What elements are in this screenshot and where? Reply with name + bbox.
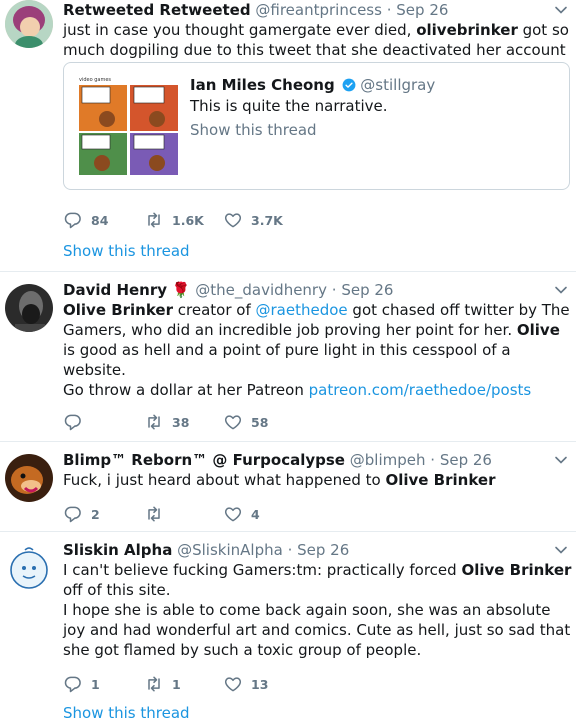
retweet-icon <box>144 412 164 432</box>
mention-link[interactable]: @raethedoe <box>256 301 348 319</box>
tweet-david-henry[interactable]: David Henry 🌹 @the_davidhenry · Sep 26 O… <box>0 272 576 442</box>
text-bold: olivebrinker <box>416 21 518 39</box>
like-button[interactable]: 58 <box>223 412 268 432</box>
like-icon <box>223 674 243 694</box>
quoted-tweet[interactable]: video games Ian Miles Cheong @stillgray … <box>63 62 570 190</box>
tweet-sliskin[interactable]: Sliskin Alpha @SliskinAlpha · Sep 26 I c… <box>0 532 576 724</box>
user-handle[interactable]: @the_davidhenry <box>195 281 327 299</box>
timestamp[interactable]: Sep 26 <box>440 451 492 469</box>
text-segment: Go throw a dollar at her Patreon <box>63 381 309 399</box>
verified-icon <box>342 78 355 92</box>
tweet-text: Fuck, i just heard about what happened t… <box>63 470 573 490</box>
quoted-text: This is quite the narrative. <box>190 97 388 115</box>
like-icon <box>223 412 243 432</box>
quoted-user-handle[interactable]: @stillgray <box>360 76 435 94</box>
separator-dot: · <box>386 1 392 19</box>
like-button[interactable]: 13 <box>223 674 268 694</box>
separator-dot: · <box>430 451 436 469</box>
timestamp[interactable]: Sep 26 <box>297 541 349 559</box>
reply-button[interactable]: 2 <box>63 504 100 524</box>
retweet-button[interactable]: 1 <box>144 674 181 694</box>
avatar[interactable] <box>5 544 53 592</box>
retweet-count: 38 <box>172 414 190 430</box>
like-count: 58 <box>251 414 269 430</box>
like-count: 3.7K <box>251 212 283 228</box>
text-bold: Olive <box>516 321 560 339</box>
like-button[interactable]: 3.7K <box>223 210 283 230</box>
retweet-button[interactable] <box>144 504 172 524</box>
user-handle[interactable]: @SliskinAlpha <box>177 541 283 559</box>
reply-icon <box>63 412 83 432</box>
retweet-icon <box>144 210 164 230</box>
user-name[interactable]: David Henry <box>63 281 167 299</box>
retweet-button[interactable]: 1.6K <box>144 210 204 230</box>
text-bold: Olive Brinker <box>461 561 572 579</box>
quoted-show-thread[interactable]: Show this thread <box>190 121 317 139</box>
reply-count: 1 <box>91 676 100 692</box>
reply-icon <box>63 504 83 524</box>
tweet-text-2: I hope she is able to come back again so… <box>63 601 571 659</box>
comic-thumbnail[interactable]: video games <box>77 75 180 177</box>
retweet-count: 1.6K <box>172 212 204 228</box>
timestamp[interactable]: Sep 26 <box>341 281 393 299</box>
avatar[interactable] <box>5 284 53 332</box>
chevron-down-icon[interactable] <box>554 283 568 297</box>
retweet-button[interactable]: 38 <box>144 412 189 432</box>
separator-dot: · <box>331 281 337 299</box>
timestamp[interactable]: Sep 26 <box>396 1 448 19</box>
reply-count: 2 <box>91 506 100 522</box>
like-button[interactable]: 4 <box>223 504 260 524</box>
avatar[interactable] <box>5 0 53 48</box>
reply-button[interactable]: 84 <box>63 210 108 230</box>
user-handle[interactable]: @blimpeh <box>350 451 426 469</box>
like-icon <box>223 504 243 524</box>
text-bold: Olive Brinker <box>385 471 496 489</box>
user-name[interactable]: Sliskin Alpha <box>63 541 172 559</box>
rose-emoji: 🌹 <box>171 281 191 299</box>
separator-dot: · <box>287 541 293 559</box>
tweet-text-2: Go throw a dollar at her Patreon patreon… <box>63 380 573 400</box>
show-thread-link[interactable]: Show this thread <box>63 242 190 260</box>
text-segment: creator of <box>173 301 256 319</box>
quoted-user-name[interactable]: Ian Miles Cheong <box>190 76 335 94</box>
text-bold: Olive Brinker <box>63 301 174 319</box>
retweet-icon <box>144 504 164 524</box>
comic-caption: video games <box>79 77 111 83</box>
tweet-retweeted[interactable]: Retweeted Retweeted @fireantprincess · S… <box>0 0 576 272</box>
retweet-count: 1 <box>172 676 181 692</box>
user-handle[interactable]: @fireantprincess <box>255 1 382 19</box>
chevron-down-icon[interactable] <box>554 453 568 467</box>
retweet-icon <box>144 674 164 694</box>
like-icon <box>223 210 243 230</box>
chevron-down-icon[interactable] <box>554 543 568 557</box>
tweet-blimp[interactable]: Blimp™ Reborn™ @ Furpocalypse @blimpeh ·… <box>0 442 576 532</box>
retweet-label: Retweeted Retweeted <box>63 1 251 19</box>
like-count: 13 <box>251 676 269 692</box>
text-segment: Fuck, i just heard about what happened t… <box>63 471 386 489</box>
tweet-text: just in case you thought gamergate ever … <box>63 20 573 60</box>
patreon-link[interactable]: patreon.com/raethedoe/posts <box>309 381 532 399</box>
text-segment: is good as hell and a point of pure ligh… <box>63 341 511 379</box>
reply-icon <box>63 674 83 694</box>
reply-button[interactable]: 1 <box>63 674 100 694</box>
text-segment: off of this site. <box>63 581 171 599</box>
reply-button[interactable] <box>63 412 91 432</box>
reply-count: 84 <box>91 212 109 228</box>
user-name[interactable]: Blimp™ Reborn™ @ Furpocalypse <box>63 451 345 469</box>
avatar[interactable] <box>5 454 53 502</box>
tweet-text: I can't believe fucking Gamers:tm: pract… <box>63 560 573 600</box>
show-thread-link[interactable]: Show this thread <box>63 704 190 722</box>
tweet-text: Olive Brinker creator of @raethedoe got … <box>63 300 573 380</box>
text-segment: just in case you thought gamergate ever … <box>63 21 417 39</box>
text-segment: I can't believe fucking Gamers:tm: pract… <box>63 561 462 579</box>
like-count: 4 <box>251 506 260 522</box>
reply-icon <box>63 210 83 230</box>
chevron-down-icon[interactable] <box>554 3 568 17</box>
